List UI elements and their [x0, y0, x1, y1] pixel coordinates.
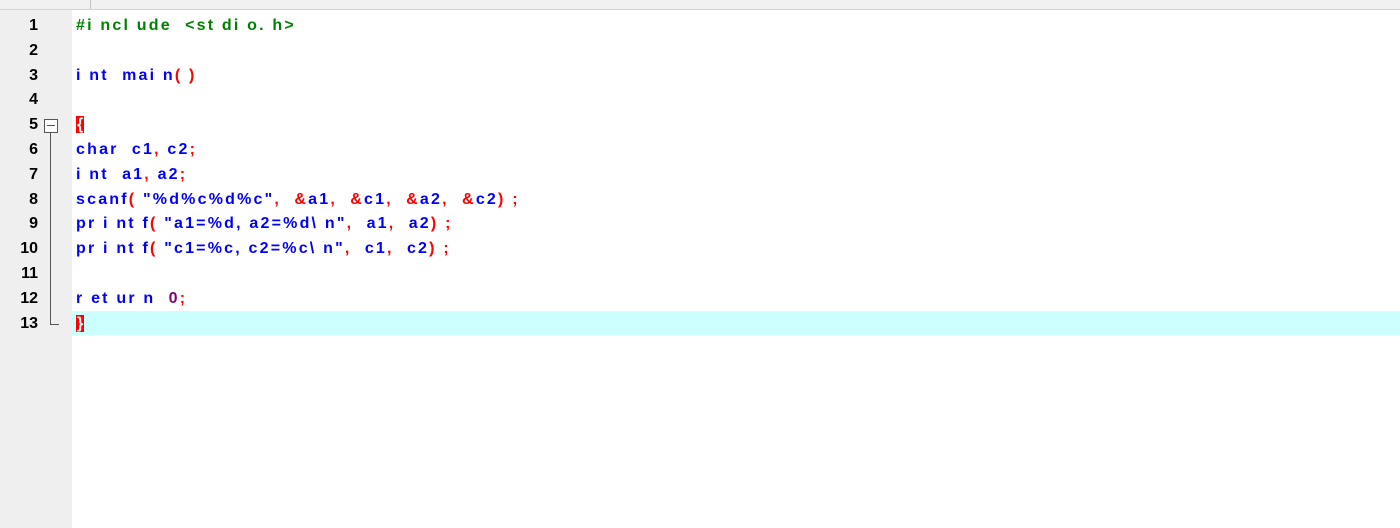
line-number: 5	[29, 116, 38, 134]
code-token: 0	[168, 289, 180, 307]
code-token: "c1=%c, c2=%c\ n"	[164, 240, 345, 258]
code-token: a2	[419, 190, 443, 208]
code-token: ;	[189, 141, 198, 158]
line-number: 3	[29, 66, 38, 84]
code-token: i nt mai n	[76, 66, 175, 84]
code-text[interactable]: char c1, c2;	[76, 138, 197, 162]
code-token: (	[150, 215, 165, 233]
code-text[interactable]: i nt a1, a2;	[76, 163, 187, 187]
code-token: ) ;	[498, 190, 520, 208]
code-token: ) ;	[429, 240, 451, 258]
code-token: {	[76, 116, 85, 134]
code-token: pr i nt f	[76, 215, 151, 233]
code-token: ,	[346, 215, 367, 233]
code-token: ;	[179, 165, 188, 183]
code-token: , &	[442, 190, 476, 208]
code-text[interactable]: {	[76, 113, 85, 137]
code-token: c2	[167, 141, 190, 158]
code-line[interactable]: 1 #i ncl ude <st di o. h>	[0, 14, 1400, 38]
fold-collapse-icon[interactable]	[44, 119, 58, 134]
code-text[interactable]: pr i nt f( "a1=%d, a2=%d\ n", a1, a2) ;	[76, 212, 453, 236]
code-text[interactable]: }	[76, 312, 85, 336]
code-line[interactable]: 8 scanf( "%d%c%d%c", &a1, &c1, &a2, &c2) …	[0, 188, 1400, 212]
line-number: 9	[29, 215, 38, 233]
code-token: #i ncl ude <st di o. h>	[76, 17, 296, 34]
code-line[interactable]: 10 pr i nt f( "c1=%c, c2=%c\ n", c1, c2) …	[0, 237, 1400, 261]
code-token: c1	[364, 240, 388, 258]
code-token: c1	[364, 190, 387, 208]
code-token: i nt a1	[76, 165, 145, 183]
code-line[interactable]: 7 i nt a1, a2;	[0, 163, 1400, 187]
code-token: r et ur n	[76, 289, 169, 307]
code-token: }	[76, 314, 85, 332]
tab-stub[interactable]	[70, 0, 91, 9]
code-line[interactable]: 5{	[0, 113, 1400, 137]
code-token: pr i nt f	[76, 240, 151, 258]
code-line[interactable]: 13}	[0, 312, 1400, 336]
code-token: ) ;	[430, 215, 453, 233]
code-token: , &	[274, 190, 309, 208]
line-number: 6	[29, 141, 38, 158]
code-line[interactable]: 3 i nt mai n( )	[0, 64, 1400, 88]
line-number: 13	[20, 314, 38, 332]
code-token: ,	[144, 165, 158, 183]
code-text[interactable]: scanf( "%d%c%d%c", &a1, &c1, &a2, &c2) ;	[76, 188, 520, 212]
code-text[interactable]: #i ncl ude <st di o. h>	[76, 14, 296, 38]
tab-bar	[0, 0, 1400, 10]
code-token: "%d%c%d%c"	[142, 190, 275, 208]
code-text[interactable]: r et ur n 0;	[76, 287, 187, 311]
fold-guide-line	[50, 133, 51, 324]
code-token: a1	[366, 215, 389, 233]
code-text[interactable]: i nt mai n( )	[76, 64, 197, 88]
code-token: (	[150, 240, 165, 258]
line-number: 2	[29, 41, 38, 59]
code-token: c2	[475, 190, 499, 208]
line-number: 11	[21, 265, 38, 282]
code-token: scanf	[76, 190, 129, 208]
code-token: a2	[408, 215, 431, 233]
line-number: 10	[20, 240, 38, 258]
fold-end-marker	[50, 323, 59, 325]
code-line[interactable]: 2	[0, 39, 1400, 63]
code-token: ,	[387, 240, 407, 258]
code-token: (	[128, 190, 143, 208]
code-token: , &	[330, 190, 365, 208]
code-token: ( )	[174, 66, 197, 84]
code-token: c2	[406, 240, 430, 258]
line-number: 1	[29, 17, 38, 34]
code-token: "a1=%d, a2=%d\ n"	[164, 215, 347, 233]
code-line[interactable]: 11	[0, 262, 1400, 286]
code-token: ;	[179, 289, 188, 307]
line-number: 7	[29, 165, 38, 183]
code-token: , &	[386, 190, 420, 208]
code-line[interactable]: 12 r et ur n 0;	[0, 287, 1400, 311]
code-token: a1	[308, 190, 331, 208]
code-text[interactable]: pr i nt f( "c1=%c, c2=%c\ n", c1, c2) ;	[76, 237, 451, 261]
code-token: ,	[154, 141, 168, 158]
code-line[interactable]: 4	[0, 88, 1400, 112]
line-number: 12	[20, 289, 38, 307]
code-token: ,	[388, 215, 409, 233]
code-token: char c1	[76, 141, 155, 158]
code-token: a2	[157, 165, 180, 183]
line-number: 8	[29, 190, 38, 208]
code-line[interactable]: 6 char c1, c2;	[0, 138, 1400, 162]
line-number: 4	[29, 91, 38, 109]
code-line[interactable]: 9 pr i nt f( "a1=%d, a2=%d\ n", a1, a2) ;	[0, 212, 1400, 236]
code-token: ,	[344, 240, 365, 258]
